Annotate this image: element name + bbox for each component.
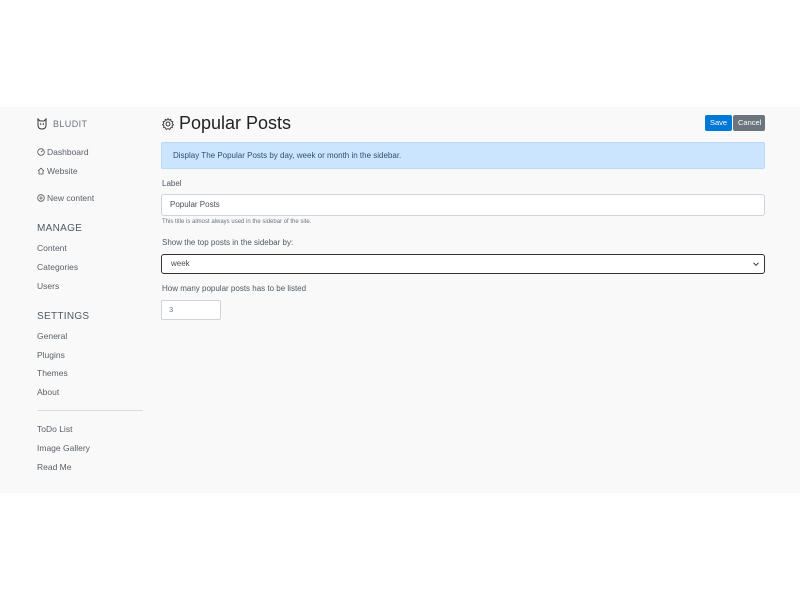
home-icon (37, 167, 45, 175)
sidebar-item-users[interactable]: Users (37, 281, 59, 291)
count-field-label: How many popular posts has to be listed (162, 284, 307, 293)
section-title-manage: MANAGE (37, 223, 83, 234)
sidebar-item-content[interactable]: Content (37, 243, 67, 253)
sidebar-item-dashboard[interactable]: Dashboard (37, 147, 89, 157)
section-title-settings: SETTINGS (37, 311, 90, 322)
sidebar-item-image-gallery[interactable]: Image Gallery (37, 443, 90, 453)
brand-name: BLUDIT (53, 119, 88, 129)
period-field-label: Show the top posts in the sidebar by: (162, 238, 294, 247)
bludit-logo-icon (37, 118, 47, 130)
count-input[interactable]: 3 (161, 300, 221, 320)
sidebar-item-label: Website (47, 166, 78, 176)
main-content: Popular Posts Save Cancel Display The Po… (161, 107, 765, 493)
brand[interactable]: BLUDIT (37, 118, 87, 130)
sidebar-divider (37, 410, 143, 411)
sidebar-item-label: Dashboard (47, 147, 89, 157)
period-select-value: week (171, 259, 190, 268)
sidebar-item-website[interactable]: Website (37, 166, 78, 176)
sidebar-item-new-content[interactable]: New content (37, 193, 94, 203)
sidebar-item-themes[interactable]: Themes (37, 368, 68, 378)
gear-icon (161, 117, 175, 130)
speedometer-icon (37, 148, 45, 156)
sidebar-item-plugins[interactable]: Plugins (37, 350, 65, 360)
label-help-text: This title is almost always used in the … (162, 219, 312, 225)
chevron-down-icon (753, 262, 759, 267)
sidebar-item-general[interactable]: General (37, 331, 67, 341)
sidebar-item-about[interactable]: About (37, 387, 59, 397)
page-header: Popular Posts (161, 113, 291, 134)
admin-app: BLUDIT Dashboard Website New content MAN… (0, 107, 800, 493)
label-field-label: Label (162, 179, 182, 188)
sidebar-item-label: New content (47, 193, 95, 203)
sidebar-item-categories[interactable]: Categories (37, 262, 78, 272)
info-alert: Display The Popular Posts by day, week o… (161, 142, 765, 169)
page-title: Popular Posts (179, 113, 292, 133)
period-select[interactable]: week (161, 254, 765, 274)
label-input[interactable]: Popular Posts (161, 194, 765, 216)
cancel-button[interactable]: Cancel (733, 115, 765, 131)
plus-circle-icon (37, 194, 45, 202)
sidebar-item-read-me[interactable]: Read Me (37, 462, 72, 472)
sidebar-item-todo-list[interactable]: ToDo List (37, 424, 72, 434)
save-button[interactable]: Save (705, 115, 733, 131)
